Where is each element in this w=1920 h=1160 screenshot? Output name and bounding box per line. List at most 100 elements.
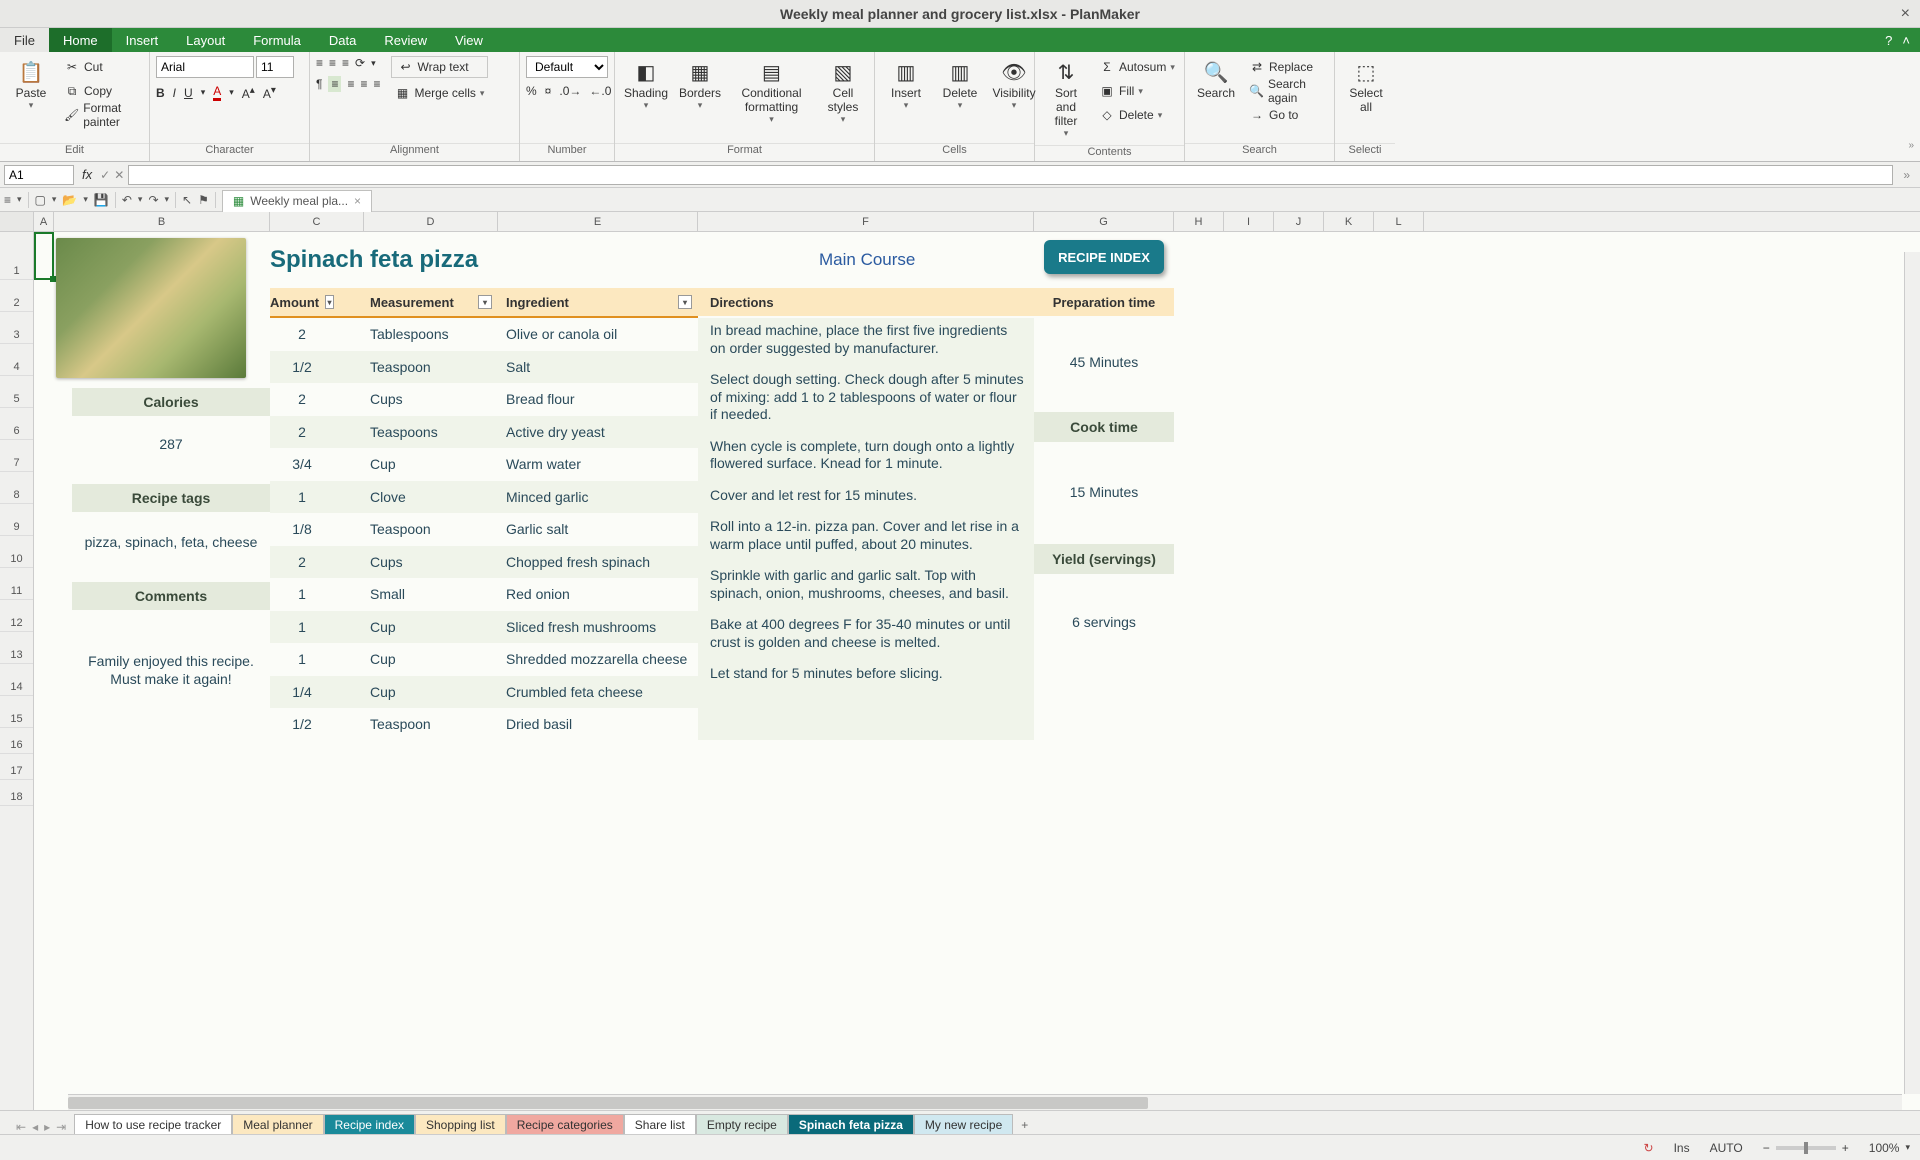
qb-undo-icon[interactable]: ↶: [122, 193, 132, 207]
column-header[interactable]: B: [54, 212, 270, 231]
sheet-tab[interactable]: How to use recipe tracker: [74, 1114, 232, 1134]
replace-button[interactable]: ⇄Replace: [1245, 56, 1328, 78]
filter-measurement-button[interactable]: ▾: [478, 295, 492, 309]
borders-button[interactable]: ▦Borders: [675, 56, 725, 113]
column-header[interactable]: K: [1324, 212, 1374, 231]
sheet-tab[interactable]: Share list: [624, 1114, 696, 1134]
row-header[interactable]: 13: [0, 632, 33, 664]
zoom-level[interactable]: 100% ▾: [1869, 1141, 1910, 1155]
column-header[interactable]: A: [34, 212, 54, 231]
row-header[interactable]: 10: [0, 536, 33, 568]
add-sheet-button[interactable]: +: [1013, 1116, 1036, 1134]
delete-cells-button[interactable]: ▥Delete: [935, 56, 985, 113]
row-header[interactable]: 9: [0, 504, 33, 536]
decrease-decimal-button[interactable]: ←.0: [589, 84, 611, 98]
formula-expand-icon[interactable]: »: [1897, 168, 1916, 182]
recipe-index-button[interactable]: RECIPE INDEX: [1044, 240, 1164, 274]
search-button[interactable]: 🔍Search: [1191, 56, 1241, 102]
merge-cells-button[interactable]: ▦Merge cells: [391, 82, 489, 104]
row-header[interactable]: 16: [0, 728, 33, 754]
filter-ingredient-button[interactable]: ▾: [678, 295, 692, 309]
shrink-font-button[interactable]: A▾: [263, 85, 276, 101]
fill-button[interactable]: ▣Fill: [1095, 80, 1179, 102]
row-header[interactable]: 2: [0, 280, 33, 312]
row-header[interactable]: 4: [0, 344, 33, 376]
increase-decimal-button[interactable]: .0→: [559, 84, 581, 98]
cell-reference-input[interactable]: [4, 165, 74, 185]
menu-insert[interactable]: Insert: [112, 28, 173, 52]
window-close-icon[interactable]: ×: [1901, 5, 1910, 23]
row-header[interactable]: 11: [0, 568, 33, 600]
column-header[interactable]: D: [364, 212, 498, 231]
autosum-button[interactable]: ΣAutosum: [1095, 56, 1179, 78]
document-tab-close-icon[interactable]: ×: [354, 194, 361, 208]
column-header[interactable]: C: [270, 212, 364, 231]
percent-button[interactable]: %: [526, 84, 537, 98]
italic-button[interactable]: I: [173, 86, 176, 100]
row-header[interactable]: 3: [0, 312, 33, 344]
sheet-tab-active[interactable]: Spinach feta pizza: [788, 1114, 914, 1134]
menu-data[interactable]: Data: [315, 28, 370, 52]
goto-button[interactable]: →Go to: [1245, 104, 1328, 126]
row-header[interactable]: 14: [0, 664, 33, 696]
currency-button[interactable]: ¤: [545, 84, 552, 98]
sheet-tab[interactable]: Shopping list: [415, 1114, 506, 1134]
sheet-nav-next-icon[interactable]: ▸: [44, 1120, 50, 1134]
sheet-canvas[interactable]: Spinach feta pizza Main Course RECIPE IN…: [34, 232, 1920, 1110]
sheet-tab[interactable]: Recipe categories: [506, 1114, 624, 1134]
align-middle-button[interactable]: ≡: [329, 56, 336, 70]
orientation-button[interactable]: ⟳: [355, 56, 365, 70]
align-bottom-button[interactable]: ≡: [342, 56, 349, 70]
zoom-out-button[interactable]: −: [1763, 1141, 1770, 1155]
ribbon-overflow-icon[interactable]: »: [1908, 140, 1914, 151]
vertical-scrollbar[interactable]: [1904, 252, 1920, 1094]
underline-button[interactable]: U: [184, 86, 193, 100]
format-painter-button[interactable]: 🖌Format painter: [60, 104, 143, 126]
align-right-button[interactable]: ≡: [360, 77, 367, 91]
column-header[interactable]: E: [498, 212, 698, 231]
wrap-text-button[interactable]: ↩Wrap text: [391, 56, 489, 78]
sort-filter-button[interactable]: ⇅Sort and filter: [1041, 56, 1091, 141]
row-header[interactable]: 5: [0, 376, 33, 408]
qb-dd[interactable]: ▾: [17, 194, 22, 205]
number-format-select[interactable]: Default: [526, 56, 608, 78]
filter-amount-button[interactable]: ▾: [325, 295, 334, 309]
align-center-button[interactable]: ≡: [347, 77, 354, 91]
row-header[interactable]: 12: [0, 600, 33, 632]
cut-button[interactable]: ✂Cut: [60, 56, 143, 78]
align-justify-button[interactable]: ≡: [374, 77, 381, 91]
row-header[interactable]: 18: [0, 780, 33, 806]
font-color-dropdown[interactable]: ▾: [229, 87, 234, 98]
status-ins[interactable]: Ins: [1674, 1141, 1690, 1155]
menu-review[interactable]: Review: [370, 28, 441, 52]
column-header[interactable]: J: [1274, 212, 1324, 231]
column-header[interactable]: L: [1374, 212, 1424, 231]
cell-styles-button[interactable]: ▧Cell styles: [818, 56, 868, 127]
row-header[interactable]: 17: [0, 754, 33, 780]
column-header[interactable]: H: [1174, 212, 1224, 231]
row-header[interactable]: 7: [0, 440, 33, 472]
qb-icon[interactable]: ≡: [4, 193, 11, 207]
sheet-nav-last-icon[interactable]: ⇥: [56, 1120, 66, 1134]
rtl-button[interactable]: ¶: [316, 77, 322, 91]
align-top-button[interactable]: ≡: [316, 56, 323, 70]
column-header[interactable]: G: [1034, 212, 1174, 231]
shading-button[interactable]: ◧Shading: [621, 56, 671, 113]
qb-save-icon[interactable]: 💾: [94, 193, 109, 207]
visibility-button[interactable]: 👁Visibility: [989, 56, 1039, 113]
formula-cancel-icon[interactable]: ✕: [114, 168, 124, 182]
paste-button[interactable]: 📋 Paste ▾: [6, 56, 56, 113]
delete-contents-button[interactable]: ◇Delete: [1095, 104, 1179, 126]
help-icon[interactable]: ?: [1885, 33, 1892, 48]
row-header[interactable]: 15: [0, 696, 33, 728]
row-header[interactable]: 6: [0, 408, 33, 440]
formula-input[interactable]: [128, 165, 1893, 185]
horizontal-scrollbar[interactable]: [68, 1094, 1902, 1110]
conditional-formatting-button[interactable]: ▤Conditional formatting: [729, 56, 814, 127]
grow-font-button[interactable]: A▴: [242, 85, 255, 101]
zoom-in-button[interactable]: +: [1842, 1141, 1849, 1155]
document-tab[interactable]: ▦ Weekly meal pla... ×: [222, 190, 372, 212]
sheet-tab[interactable]: Recipe index: [324, 1114, 415, 1134]
sheet-nav-first-icon[interactable]: ⇤: [16, 1120, 26, 1134]
select-all-button[interactable]: ⬚Select all: [1341, 56, 1391, 116]
